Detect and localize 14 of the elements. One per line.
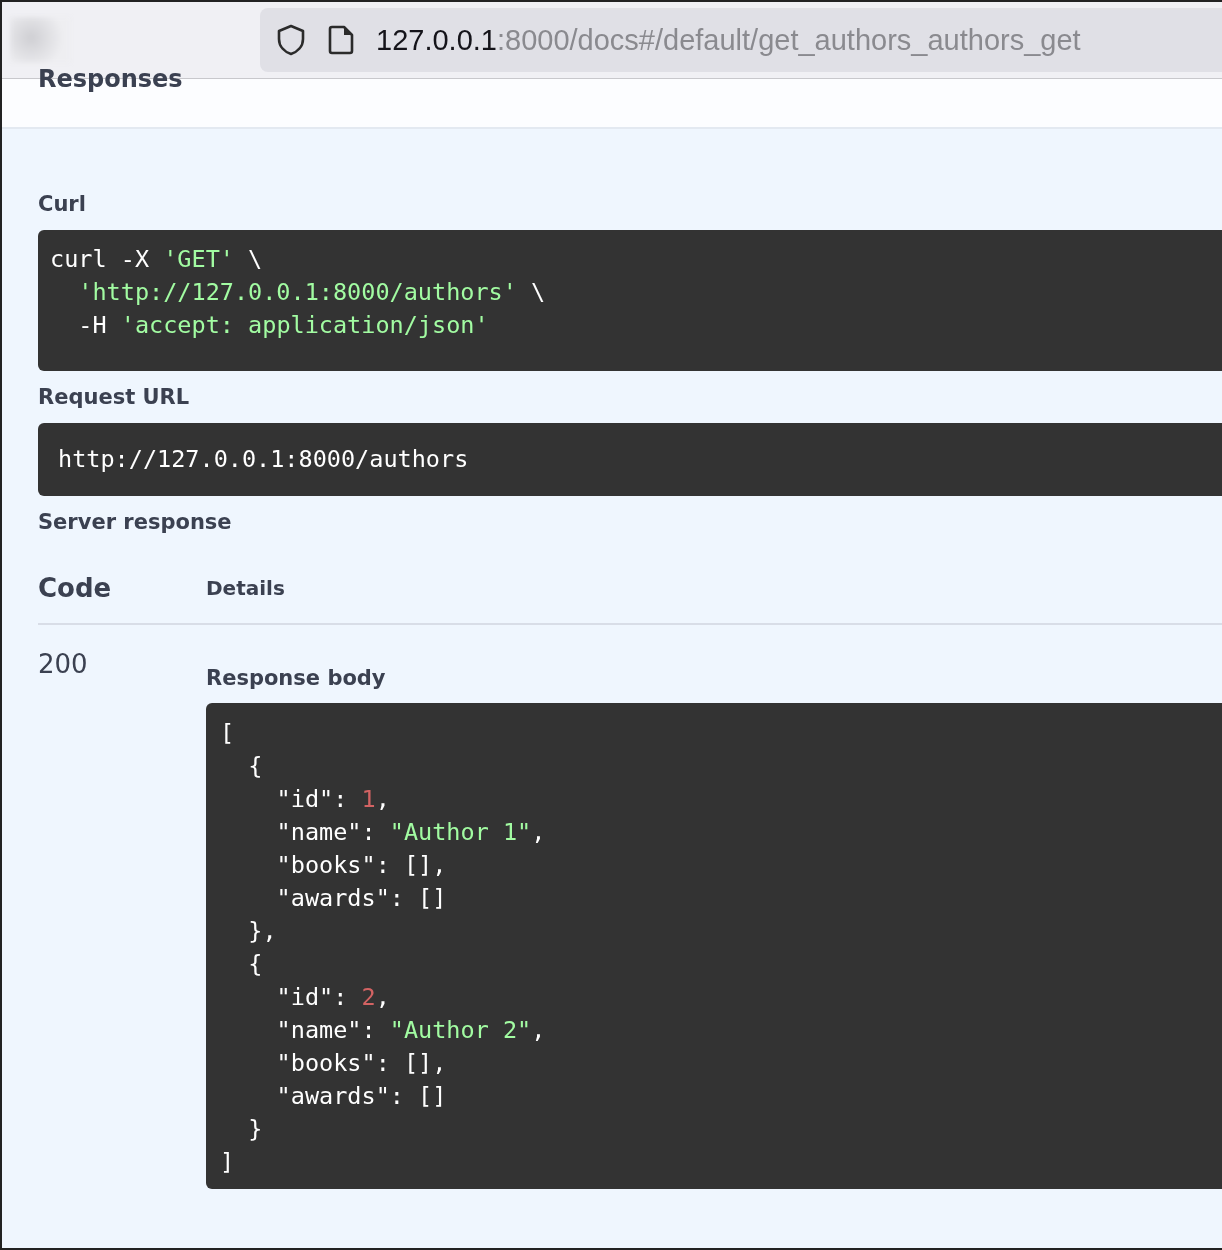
server-response-label: Server response [38,509,233,535]
response-body-block: [ { "id": 1, "name": "Author 1", "books": [], "awards": [] }, { "id": 2, "name": "Author 2", "books": [], "awards": [] } ] [206,703,1222,1189]
curl-label: Curl [38,191,87,217]
status-code: 200 [38,649,89,681]
column-header: Details [206,576,285,600]
response-body-label: Response body [206,665,387,691]
column-header: Code [38,573,113,603]
page-icon [328,25,354,55]
shield-icon[interactable] [276,24,306,56]
section-title: Responses [38,67,183,91]
request-url-block: http://127.0.0.1:8000/authors [38,423,1222,496]
request-url-label: Request URL [38,384,191,410]
curl-code-block: curl -X 'GET' \ 'http://127.0.0.1:8000/authors' \ -H 'accept: application/json' [38,230,1222,371]
address-bar[interactable]: 127.0.0.1:8000/docs#/default/get_authors_authors_get [260,8,1222,72]
